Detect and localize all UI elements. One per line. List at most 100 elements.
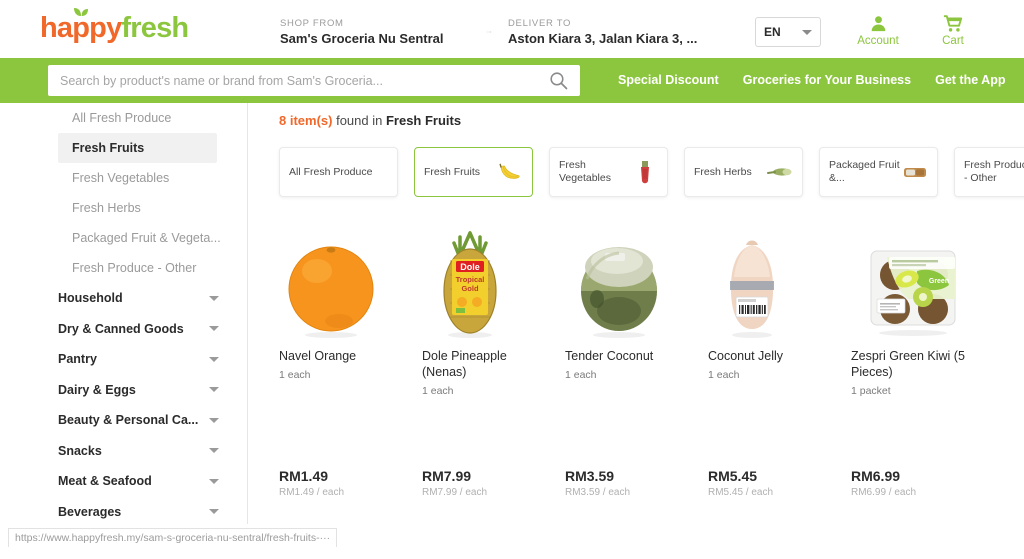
product-price-unit: RM7.99 / each bbox=[422, 487, 488, 498]
sidebar-item-label: Meat & Seafood bbox=[58, 474, 152, 489]
nav-link-special-discount[interactable]: Special Discount bbox=[618, 73, 719, 87]
language-selector[interactable]: EN bbox=[755, 17, 821, 47]
chevron-down-icon bbox=[802, 29, 812, 35]
product-card[interactable]: Coconut Jelly 1 each RM5.45 RM5.45 / eac… bbox=[708, 221, 851, 498]
sidebar-item-snacks[interactable]: Snacks bbox=[0, 436, 247, 467]
shopping-cart-icon bbox=[943, 15, 963, 32]
product-price-block: RM3.59 RM3.59 / each bbox=[565, 468, 630, 498]
account-button[interactable]: Account bbox=[845, 14, 911, 47]
chip-fresh-herbs[interactable]: Fresh Herbs bbox=[684, 147, 803, 197]
svg-text:Green: Green bbox=[929, 278, 949, 285]
product-price-unit: RM5.45 / each bbox=[708, 487, 774, 498]
sidebar-item-all-fresh-produce[interactable]: All Fresh Produce bbox=[0, 103, 247, 133]
svg-text:Gold: Gold bbox=[461, 284, 478, 293]
deliver-to-selector[interactable]: DELIVER TO Aston Kiara 3, Jalan Kiara 3,… bbox=[508, 17, 697, 47]
product-grid: Navel Orange 1 each RM1.49 RM1.49 / each bbox=[279, 221, 1003, 498]
product-card[interactable]: Dole Tropical Gold Dole Pineapple (Nenas… bbox=[422, 221, 565, 498]
search-box[interactable] bbox=[48, 65, 580, 96]
sidebar-item-household[interactable]: Household bbox=[0, 283, 247, 314]
results-middle: found in bbox=[332, 113, 386, 128]
product-card[interactable]: Green Zespri Green Kiwi (5 Pieces) 1 pac… bbox=[851, 221, 994, 498]
product-image-wrapper bbox=[565, 221, 708, 339]
sidebar-item-meat-seafood[interactable]: Meat & Seafood bbox=[0, 466, 247, 497]
chip-fresh-produce-other[interactable]: Fresh Produce - Other bbox=[954, 147, 1024, 197]
product-unit: 1 each bbox=[422, 385, 454, 397]
chip-all-fresh-produce[interactable]: All Fresh Produce bbox=[279, 147, 398, 197]
product-name: Zespri Green Kiwi (5 Pieces) bbox=[851, 349, 965, 379]
sidebar-item-label: Beverages bbox=[58, 504, 122, 519]
sidebar-item-pantry[interactable]: Pantry bbox=[0, 344, 247, 375]
language-value: EN bbox=[764, 25, 781, 39]
pineapple-image: Dole Tropical Gold bbox=[443, 231, 497, 338]
chevron-down-icon bbox=[209, 326, 219, 332]
sidebar-item-fresh-vegetables[interactable]: Fresh Vegetables bbox=[0, 163, 247, 193]
product-price-block: RM5.45 RM5.45 / each bbox=[708, 468, 773, 498]
sidebar-item-dairy-eggs[interactable]: Dairy & Eggs bbox=[0, 375, 247, 406]
bottom-strip bbox=[0, 547, 1024, 559]
product-card[interactable]: Tender Coconut 1 each RM3.59 RM3.59 / ea… bbox=[565, 221, 708, 498]
chevron-down-icon bbox=[209, 417, 219, 423]
chevron-down-icon bbox=[209, 356, 219, 362]
product-price: RM7.99 bbox=[422, 468, 472, 484]
chip-label: Fresh Vegetables bbox=[559, 159, 611, 184]
chip-fresh-fruits[interactable]: Fresh Fruits bbox=[414, 147, 533, 197]
package-icon bbox=[902, 159, 928, 185]
product-price: RM1.49 bbox=[279, 468, 329, 484]
sidebar-item-fresh-produce-other[interactable]: Fresh Produce - Other bbox=[0, 253, 247, 283]
chip-packaged-fruit-vegetables[interactable]: Packaged Fruit &... bbox=[819, 147, 938, 197]
product-name: Tender Coconut bbox=[565, 349, 654, 363]
product-name: Coconut Jelly bbox=[708, 349, 784, 363]
sidebar-item-label: Fresh Produce - Other bbox=[72, 261, 197, 275]
cart-label: Cart bbox=[942, 35, 964, 47]
logo-text-fresh: fresh bbox=[121, 12, 189, 44]
search-icon[interactable] bbox=[549, 71, 568, 90]
sidebar-item-label: Fresh Herbs bbox=[72, 201, 141, 215]
sidebar-item-fresh-fruits[interactable]: Fresh Fruits bbox=[58, 133, 217, 163]
nav-link-groceries-business[interactable]: Groceries for Your Business bbox=[743, 73, 911, 87]
person-icon bbox=[871, 16, 885, 32]
kiwi-pack-image: Green bbox=[870, 250, 956, 336]
sidebar-item-dry-canned-goods[interactable]: Dry & Canned Goods bbox=[0, 314, 247, 345]
product-image-wrapper: Dole Tropical Gold bbox=[422, 221, 565, 339]
search-input[interactable] bbox=[60, 73, 549, 88]
cart-button[interactable]: Cart bbox=[920, 14, 986, 47]
arrow-right-icon bbox=[486, 31, 492, 33]
main-content: 8 item(s) found in Fresh Fruits All Fres… bbox=[248, 103, 1024, 524]
sidebar-item-beverages[interactable]: Beverages bbox=[0, 497, 247, 525]
product-price-unit: RM6.99 / each bbox=[851, 487, 917, 498]
results-count: 8 item(s) bbox=[279, 113, 333, 128]
product-name: Navel Orange bbox=[279, 349, 357, 363]
product-price-block: RM1.49 RM1.49 / each bbox=[279, 468, 344, 498]
happyfresh-logo[interactable]: happyfresh bbox=[40, 8, 189, 44]
radish-icon bbox=[632, 159, 658, 185]
product-price: RM6.99 bbox=[851, 468, 901, 484]
svg-text:Tropical: Tropical bbox=[456, 275, 485, 284]
product-card[interactable]: Navel Orange 1 each RM1.49 RM1.49 / each bbox=[279, 221, 422, 498]
chevron-down-icon bbox=[209, 387, 219, 393]
results-category: Fresh Fruits bbox=[385, 113, 462, 128]
sidebar-item-label: Dry & Canned Goods bbox=[58, 321, 184, 336]
shop-from-value: Sam's Groceria Nu Sentral bbox=[280, 31, 444, 46]
chip-fresh-vegetables[interactable]: Fresh Vegetables bbox=[549, 147, 668, 197]
chip-label: Fresh Produce - Other bbox=[964, 159, 1024, 184]
page-root: happyfresh SHOP FROM Sam's Groceria Nu S… bbox=[0, 0, 1024, 559]
product-unit: 1 each bbox=[708, 369, 740, 381]
shop-from-selector[interactable]: SHOP FROM Sam's Groceria Nu Sentral bbox=[280, 17, 444, 47]
sidebar: All Fresh Produce Fresh Fruits Fresh Veg… bbox=[0, 103, 248, 524]
product-price-unit: RM1.49 / each bbox=[279, 487, 345, 498]
account-label: Account bbox=[857, 35, 899, 47]
nav-link-get-the-app[interactable]: Get the App bbox=[935, 73, 1005, 87]
sidebar-item-packaged-fruit-vegetables[interactable]: Packaged Fruit & Vegeta... bbox=[0, 223, 247, 253]
deliver-to-value: Aston Kiara 3, Jalan Kiara 3, ... bbox=[508, 31, 698, 46]
sidebar-item-label: Packaged Fruit & Vegeta... bbox=[72, 231, 221, 245]
leaf-icon bbox=[74, 8, 88, 16]
deliver-to-label: DELIVER TO bbox=[508, 18, 572, 29]
sidebar-item-fresh-herbs[interactable]: Fresh Herbs bbox=[0, 193, 247, 223]
product-price: RM3.59 bbox=[565, 468, 615, 484]
product-image-wrapper bbox=[279, 221, 422, 339]
product-price: RM5.45 bbox=[708, 468, 758, 484]
sidebar-item-beauty-personal-care[interactable]: Beauty & Personal Ca... bbox=[0, 405, 247, 436]
nav-links: Special Discount Groceries for Your Busi… bbox=[618, 73, 1005, 87]
product-price-block: RM7.99 RM7.99 / each bbox=[422, 468, 487, 498]
sidebar-item-label: Dairy & Eggs bbox=[58, 382, 136, 397]
